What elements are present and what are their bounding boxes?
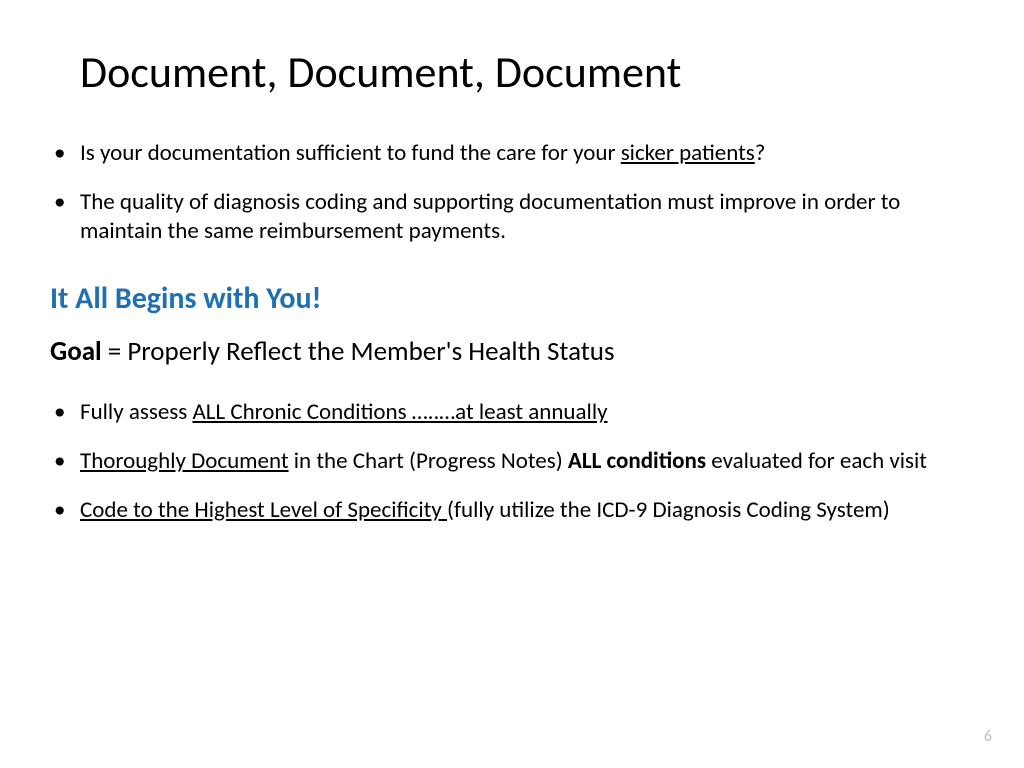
bullet-text: Is your documentation sufficient to fund… [80,139,974,168]
bullet-text: Fully assess ALL Chronic Conditions …..…… [80,398,974,427]
bullet-item: • Is your documentation sufficient to fu… [50,139,974,168]
bullet-text: The quality of diagnosis coding and supp… [80,188,974,246]
subheading: It All Begins with You! [50,280,974,317]
bullet-dot: • [50,188,80,217]
bullet-dot: • [50,398,80,427]
bottom-bullets: • Fully assess ALL Chronic Conditions ….… [50,398,974,524]
bullet-dot: • [50,496,80,525]
bullet-text: Thoroughly Document in the Chart (Progre… [80,447,974,476]
bullet-item: • Thoroughly Document in the Chart (Prog… [50,447,974,476]
bullet-dot: • [50,447,80,476]
bullet-item: • Fully assess ALL Chronic Conditions ….… [50,398,974,427]
top-bullets: • Is your documentation sufficient to fu… [50,139,974,245]
bullet-item: • The quality of diagnosis coding and su… [50,188,974,246]
bullet-dot: • [50,139,80,168]
bullet-item: • Code to the Highest Level of Specifici… [50,496,974,525]
page-number: 6 [984,727,992,746]
slide-title: Document, Document, Document [80,45,974,99]
goal-line: Goal = Properly Reflect the Member's Hea… [50,335,974,368]
bullet-text: Code to the Highest Level of Specificity… [80,496,974,525]
